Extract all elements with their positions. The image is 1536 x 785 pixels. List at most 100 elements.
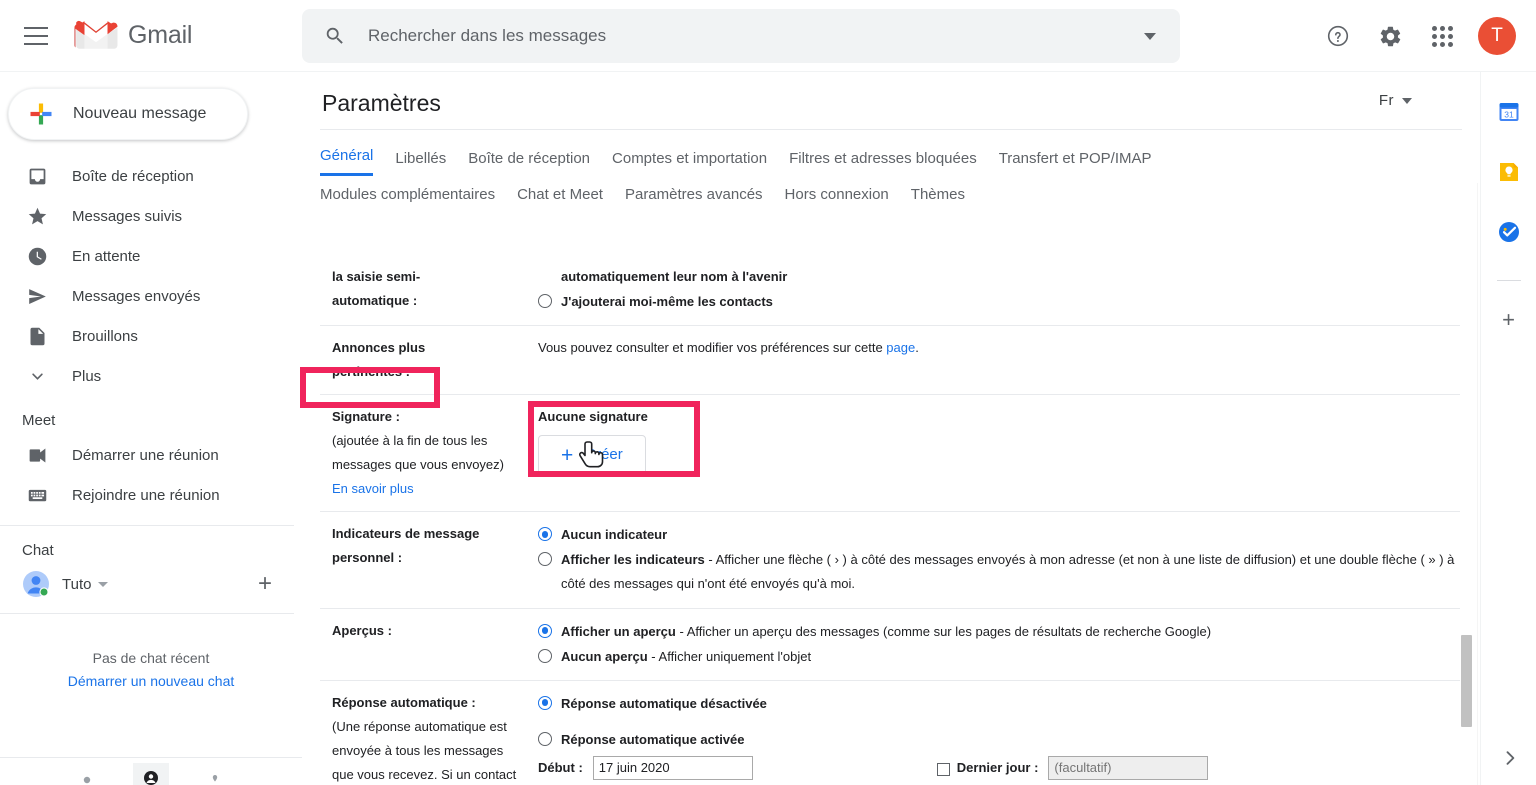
vacation-option-on-label: Réponse automatique activée [561,731,745,747]
tab-offline[interactable]: Hors connexion [785,186,889,203]
chat-empty-text: Pas de chat récent [92,650,210,666]
vacation-start-input[interactable] [592,755,753,780]
chevron-right-icon[interactable] [1500,748,1520,773]
radio-button[interactable] [538,527,552,542]
indicators-option-none-label: Aucun indicateur [561,527,668,543]
settings-tabs-row-1: Général Libellés Boîte de réception Comp… [302,134,1480,176]
sidebar-item-snoozed[interactable]: En attente [0,236,302,276]
tab-themes[interactable]: Thèmes [911,186,965,203]
gmail-settings-page: Gmail Rechercher dans les messages T Nou… [0,0,1536,785]
previews-option-show-bold: Afficher un aperçu [561,623,676,639]
setting-label-previews: Aperçus : [320,619,538,670]
status-dot-icon[interactable] [69,763,105,785]
chat-empty-state: Pas de chat récent Démarrer un nouveau c… [0,650,302,689]
indicators-label-line2: personnel : [332,550,403,566]
tab-labels[interactable]: Libellés [395,150,446,176]
sidebar-item-join-meeting[interactable]: Rejoindre une réunion [0,475,302,515]
setting-label-autocomplete: la saisie semi- automatique : [320,265,538,315]
tab-advanced[interactable]: Paramètres avancés [625,186,763,203]
sidebar-item-starred[interactable]: Messages suivis [0,196,302,236]
indicators-label-line1: Indicateurs de message [332,526,480,542]
keep-icon[interactable] [1497,160,1521,184]
sidebar-item-label: Démarrer une réunion [72,446,219,464]
autocomplete-option-manual[interactable]: J'ajouterai moi-même les contacts [538,290,1460,314]
calendar-icon[interactable]: 31 [1497,100,1521,124]
autocomplete-label-line1: la saisie semi- [332,269,421,284]
setting-row-previews: Aperçus : Afficher un aperçu - Afficher … [320,609,1460,681]
radio-button[interactable] [538,623,552,638]
sidebar-item-more[interactable]: Plus [0,356,302,396]
right-side-rail: 31 + [1480,72,1536,785]
vertical-scrollbar-thumb[interactable] [1461,635,1472,727]
indicators-option-none[interactable]: Aucun indicateur [538,523,1460,547]
signature-learn-more-link[interactable]: En savoir plus [332,477,538,501]
setting-label-indicators: Indicateurs de message personnel : [320,522,538,597]
chat-avatar-icon [22,570,50,598]
settings-main-panel: Paramètres Fr Général Libellés Boîte de … [302,72,1480,785]
settings-content-scroll[interactable]: la saisie semi- automatique : automatiqu… [302,255,1480,785]
tab-chat-meet[interactable]: Chat et Meet [517,186,603,203]
chat-user-name: Tuto [62,575,92,593]
chevron-down-icon [1402,97,1412,104]
tab-accounts-import[interactable]: Comptes et importation [612,150,767,176]
compose-button[interactable]: Nouveau message [8,88,248,140]
setting-label-vacation: Réponse automatique : (Une réponse autom… [320,691,538,785]
vacation-option-on[interactable]: Réponse automatique activée [538,728,1460,752]
search-options-caret[interactable] [1126,12,1174,60]
vacation-option-off[interactable]: Réponse automatique désactivée [538,692,1460,716]
status-pin-icon[interactable] [197,763,233,785]
hamburger-icon[interactable] [12,12,60,60]
previews-option-none[interactable]: Aucun aperçu - Afficher uniquement l'obj… [538,645,1460,669]
ads-preferences-link[interactable]: page [886,340,915,355]
inbox-icon [26,165,48,187]
ads-label-line1: Annonces plus [332,340,426,356]
tab-forwarding-pop-imap[interactable]: Transfert et POP/IMAP [999,150,1152,176]
radio-button[interactable] [538,731,552,746]
sidebar-item-label: Brouillons [72,327,138,345]
previews-option-none-rest: - Afficher uniquement l'objet [647,648,812,664]
sidebar-item-label: En attente [72,247,141,265]
autocomplete-label-line2: automatique : [332,293,418,309]
radio-button[interactable] [538,648,552,663]
tab-general[interactable]: Général [320,147,374,176]
ads-label-line2: pertinentes : [332,364,411,380]
sidebar-item-sent[interactable]: Messages envoyés [0,276,302,316]
language-selector[interactable]: Fr [1379,92,1412,109]
start-new-chat-link[interactable]: Démarrer un nouveau chat [0,673,302,689]
plus-icon[interactable]: + [258,572,272,596]
rail-divider [1496,280,1521,281]
tab-addons[interactable]: Modules complémentaires [320,186,495,203]
search-bar[interactable] [302,9,1180,63]
sidebar-status-strip [0,757,302,785]
sidebar-item-drafts[interactable]: Brouillons [0,316,302,356]
meet-section-title: Meet [22,412,56,429]
gmail-logo[interactable]: Gmail [74,19,192,52]
previews-option-show-label: Afficher un aperçu - Afficher un aperçu … [561,620,1460,644]
vacation-end-input[interactable] [1048,755,1209,780]
search-input[interactable] [368,26,1126,46]
add-addon-icon[interactable]: + [1502,309,1515,331]
vacation-start-label: Début : [538,759,583,775]
status-person-icon[interactable] [133,763,169,785]
previews-option-show[interactable]: Afficher un aperçu - Afficher un aperçu … [538,620,1460,644]
tab-filters-blocked[interactable]: Filtres et adresses bloquées [789,150,977,176]
apps-grid-icon[interactable] [1418,12,1466,60]
tab-inbox[interactable]: Boîte de réception [468,150,590,176]
avatar[interactable]: T [1478,17,1516,55]
vacation-end-checkbox[interactable] [936,763,950,777]
chevron-down-icon[interactable] [98,581,109,587]
chat-user-row[interactable]: Tuto + [0,565,302,603]
create-signature-label: Créer [585,446,623,464]
indicators-option-show[interactable]: Afficher les indicateurs - Afficher une … [538,548,1460,596]
help-circle-icon[interactable] [1314,12,1362,60]
radio-button[interactable] [538,552,552,567]
gmail-m-icon [74,20,118,49]
create-signature-button[interactable]: + Créer [538,435,646,476]
gear-icon[interactable] [1366,12,1414,60]
sidebar-item-inbox[interactable]: Boîte de réception [0,156,302,196]
tasks-icon[interactable] [1497,220,1521,244]
sidebar-item-start-meeting[interactable]: Démarrer une réunion [0,435,302,475]
setting-body-autocomplete: automatiquement leur nom à l'avenir J'aj… [538,265,1460,315]
radio-button[interactable] [538,695,552,710]
radio-button[interactable] [538,294,552,309]
